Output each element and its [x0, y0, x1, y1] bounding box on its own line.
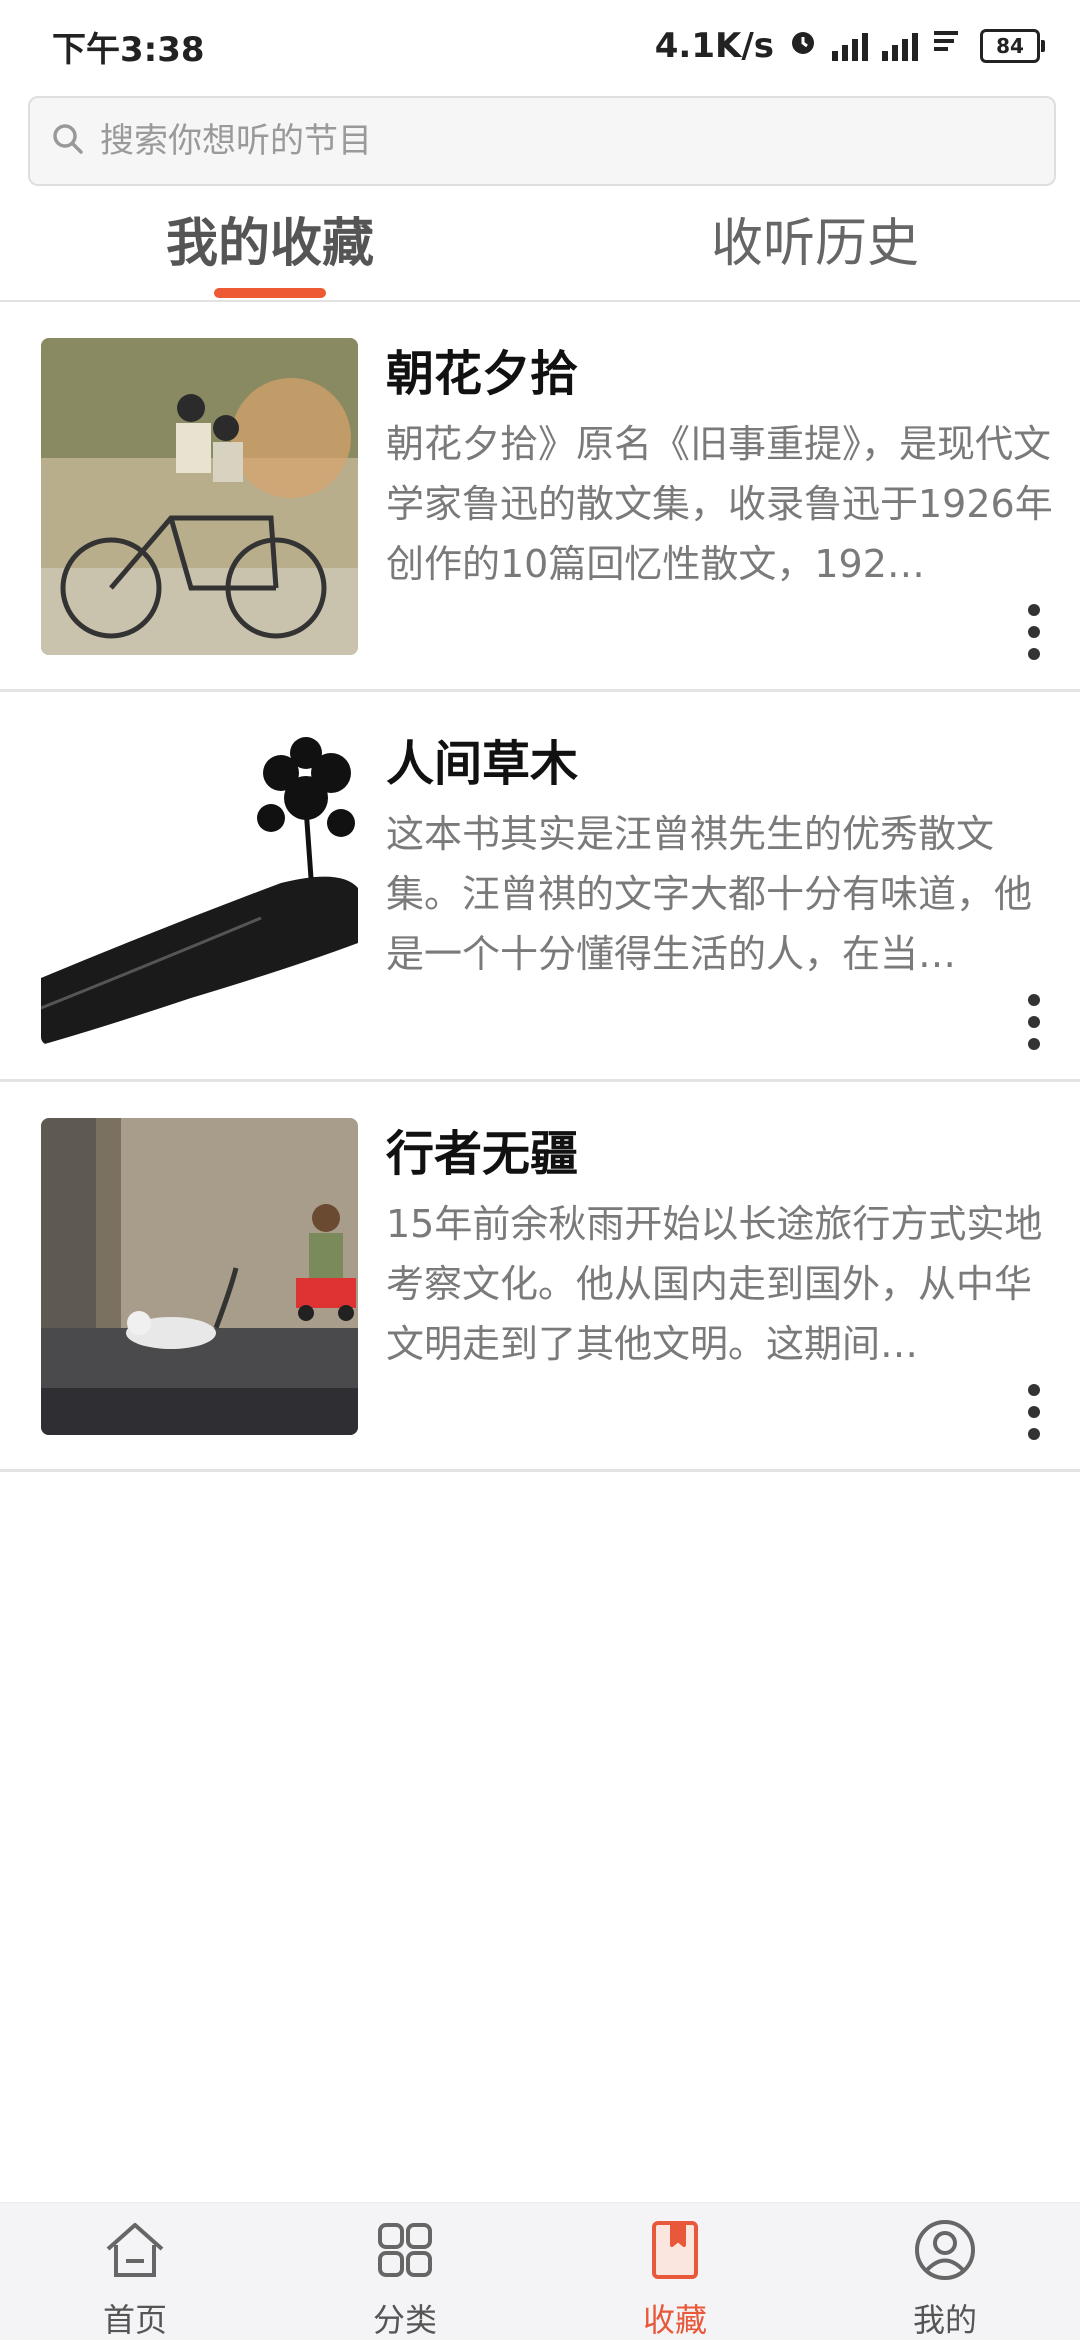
search-icon: [50, 121, 86, 161]
tab-bar: 我的收藏 收听历史: [0, 190, 1080, 302]
nav-label: 首页: [102, 2301, 167, 2339]
tab-favorites[interactable]: 我的收藏: [130, 190, 410, 300]
home-icon: [100, 2215, 170, 2289]
cover-image: [41, 338, 358, 655]
active-tab-indicator: [214, 288, 326, 298]
nav-profile[interactable]: 我的: [810, 2203, 1080, 2340]
list-item[interactable]: 人间草木 这本书其实是汪曾祺先生的优秀散文集。汪曾祺的文字大都十分有味道，他是一…: [0, 692, 1080, 1082]
status-bar: 下午3:38 4.1K/s 84: [0, 0, 1080, 92]
status-indicators: 4.1K/s 84: [654, 26, 1045, 66]
nav-category[interactable]: 分类: [270, 2203, 540, 2340]
battery-icon: 84: [980, 29, 1045, 63]
wifi-icon: [932, 26, 966, 66]
nav-label: 收藏: [642, 2301, 707, 2339]
item-description: 这本书其实是汪曾祺先生的优秀散文集。汪曾祺的文字大都十分有味道，他是一个十分懂得…: [386, 812, 1033, 976]
search-bar[interactable]: [28, 96, 1056, 186]
favorites-list: 朝花夕拾 朝花夕拾》原名《旧事重提》，是现代文学家鲁迅的散文集，收录鲁迅于192…: [0, 302, 1080, 1472]
nav-favorites[interactable]: 收藏: [540, 2203, 810, 2340]
cover-image: [41, 1118, 358, 1435]
more-options-button[interactable]: [1018, 604, 1050, 660]
grid-icon: [370, 2215, 440, 2289]
status-time: 下午3:38: [52, 29, 205, 70]
nav-label: 我的: [912, 2301, 977, 2339]
tab-history[interactable]: 收听历史: [670, 190, 960, 300]
item-title: 人间草木: [386, 736, 579, 792]
alarm-icon: [788, 26, 818, 66]
bookmark-icon: [640, 2215, 710, 2289]
nav-home[interactable]: 首页: [0, 2203, 270, 2340]
signal-icon: [882, 31, 918, 61]
cover-image: [41, 728, 358, 1045]
list-item[interactable]: 朝花夕拾 朝花夕拾》原名《旧事重提》，是现代文学家鲁迅的散文集，收录鲁迅于192…: [0, 302, 1080, 692]
item-title: 朝花夕拾: [386, 346, 579, 402]
search-input[interactable]: [98, 120, 1002, 162]
more-options-button[interactable]: [1018, 1384, 1050, 1440]
item-description: 朝花夕拾》原名《旧事重提》，是现代文学家鲁迅的散文集，收录鲁迅于1926年创作的…: [386, 422, 1053, 586]
item-title: 行者无疆: [386, 1126, 579, 1182]
user-icon: [910, 2215, 980, 2289]
network-speed: 4.1K/s: [654, 26, 774, 66]
nav-label: 分类: [372, 2301, 437, 2339]
list-item[interactable]: 行者无疆 15年前余秋雨开始以长途旅行方式实地考察文化。他从国内走到国外，从中华…: [0, 1082, 1080, 1472]
signal-icon: [832, 31, 868, 61]
item-description: 15年前余秋雨开始以长途旅行方式实地考察文化。他从国内走到国外，从中华文明走到了…: [386, 1202, 1043, 1366]
bottom-navigation: 首页 分类 收藏 我的: [0, 2202, 1080, 2340]
more-options-button[interactable]: [1018, 994, 1050, 1050]
